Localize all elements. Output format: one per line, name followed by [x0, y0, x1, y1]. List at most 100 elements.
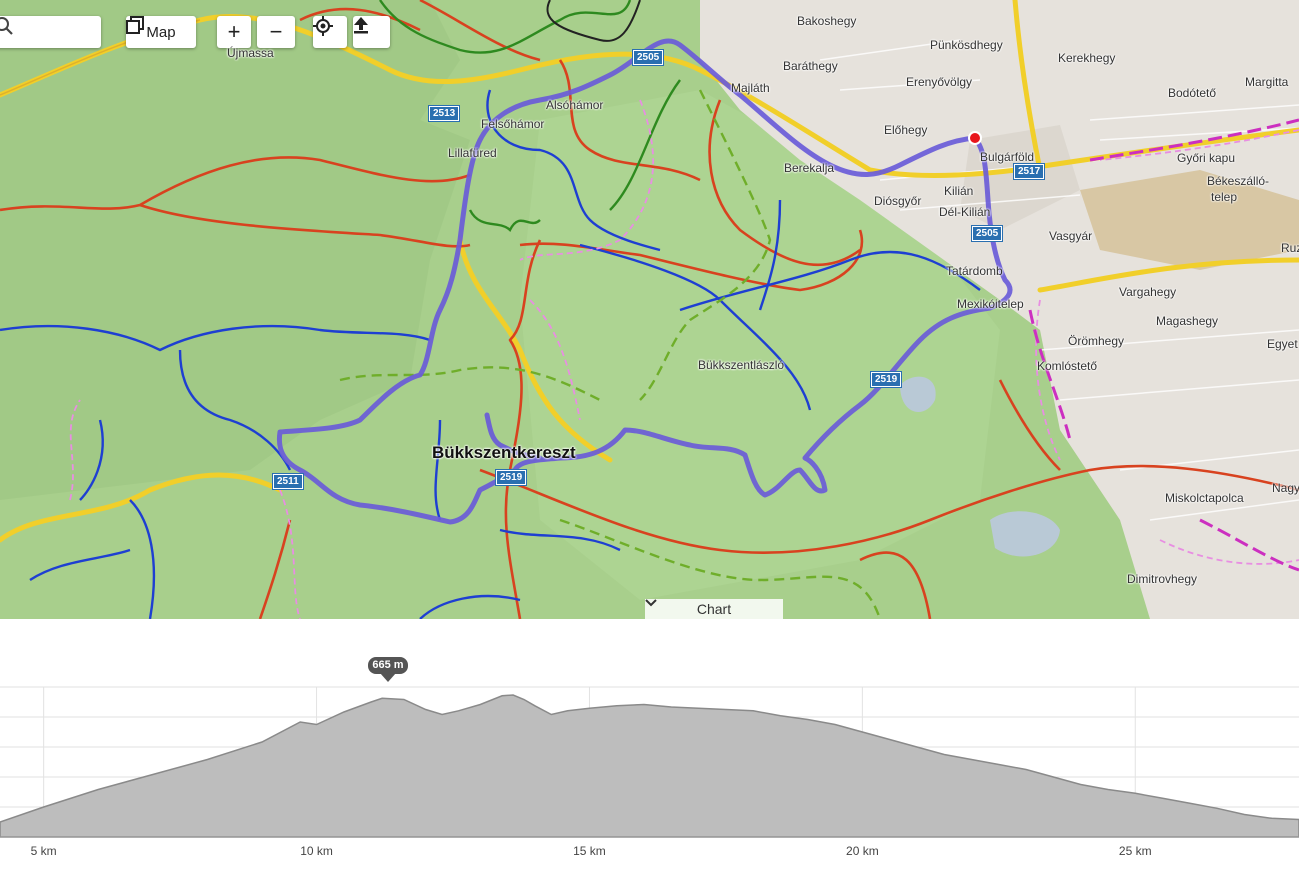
- place-label: Bodótető: [1168, 86, 1217, 100]
- place-label: Vasgyár: [1049, 229, 1093, 243]
- upload-button[interactable]: [353, 16, 390, 48]
- x-tick-label: 20 km: [846, 844, 879, 858]
- place-label: Alsóhámor: [546, 98, 604, 112]
- elevation-point: [1189, 802, 1191, 804]
- elevation-point: [534, 705, 536, 707]
- place-label: Újmassa: [227, 46, 274, 60]
- elevation-point: [299, 721, 301, 723]
- road-shield: 2519: [494, 469, 528, 486]
- place-label: Margitta: [1245, 75, 1289, 89]
- elevation-point: [370, 701, 372, 703]
- elevation-chart-svg[interactable]: [0, 619, 1299, 866]
- place-label: Miskolctapolca: [1165, 491, 1244, 505]
- place-label-town: Bükkszentkereszt: [432, 443, 576, 462]
- place-label: Tatárdomb: [946, 264, 1003, 278]
- place-label: Diósgyőr: [874, 194, 922, 208]
- place-label: telep: [1211, 190, 1238, 204]
- locate-me-button[interactable]: [313, 16, 347, 48]
- elevation-area[interactable]: [0, 694, 1299, 838]
- elevation-point: [1216, 807, 1218, 809]
- x-tick-label: 25 km: [1118, 844, 1152, 858]
- layers-icon: [126, 16, 144, 34]
- upload-icon: [354, 17, 368, 34]
- x-tick-label: 5 km: [30, 844, 57, 858]
- road-shield: 2505: [970, 225, 1004, 242]
- place-label: Ruz: [1281, 241, 1299, 255]
- place-label: Dimitrovhegy: [1127, 572, 1198, 586]
- place-label: Örömhegy: [1068, 334, 1125, 348]
- road-shield: 2517: [1012, 163, 1046, 180]
- peak-elevation-badge: 665 m: [368, 657, 408, 674]
- road-shield: 2511: [272, 473, 304, 490]
- place-label: Magashegy: [1156, 314, 1219, 328]
- elevation-point: [780, 715, 782, 717]
- chart-toggle-button[interactable]: Chart: [645, 599, 783, 619]
- place-label: Egyet: [1267, 337, 1298, 351]
- elevation-point: [1052, 776, 1054, 778]
- elevation-point: [1162, 797, 1164, 799]
- elevation-point: [97, 789, 99, 791]
- place-label: Kilián: [944, 184, 974, 198]
- place-label: Előhegy: [884, 123, 928, 137]
- place-label: Békeszálló-: [1207, 174, 1270, 188]
- elevation-point: [1243, 814, 1245, 816]
- place-label: Erenyővölgy: [906, 75, 973, 89]
- crosshair-icon: [313, 16, 333, 36]
- elevation-point: [1080, 784, 1082, 786]
- elevation-point: [381, 697, 383, 699]
- elevation-point: [550, 714, 552, 716]
- elevation-point: [1271, 817, 1273, 819]
- map-canvas[interactable]: [0, 0, 1299, 619]
- elevation-point: [206, 759, 208, 761]
- place-label: Kerekhegy: [1058, 51, 1116, 65]
- place-label: Győri kapu: [1177, 151, 1236, 165]
- place-label: Dél-Kilián: [939, 205, 991, 219]
- chevron-down-icon: [645, 599, 657, 607]
- elevation-point: [889, 739, 891, 741]
- place-label: Komlóstető: [1037, 359, 1098, 373]
- elevation-point: [943, 754, 945, 756]
- elevation-chart[interactable]: 5 km 10 km 15 km 20 km 25 km 665 m: [0, 619, 1299, 866]
- elevation-point: [567, 710, 569, 712]
- place-label: Felsőhámor: [481, 117, 545, 131]
- elevation-point: [43, 806, 45, 808]
- search-box[interactable]: [0, 16, 101, 48]
- place-label: Bükkszentlászló: [698, 358, 785, 372]
- zoom-out-button[interactable]: −: [257, 16, 295, 48]
- road-shield: 2519: [869, 371, 903, 388]
- elevation-point: [834, 724, 836, 726]
- elevation-point: [403, 699, 405, 701]
- chart-toggle-label: Chart: [696, 601, 732, 617]
- search-icon[interactable]: [0, 16, 14, 36]
- elevation-point: [1025, 769, 1027, 771]
- elevation-point: [479, 704, 481, 706]
- place-label: Berekalja: [784, 161, 835, 175]
- peak-marker-icon: [380, 673, 396, 682]
- place-label: Mexikóitelep: [957, 297, 1024, 311]
- elevation-point: [523, 699, 525, 701]
- road-shield: 2513: [427, 105, 461, 122]
- place-label: Lillafüred: [448, 146, 497, 160]
- map-layers-button[interactable]: Map: [126, 16, 196, 48]
- road-shield: 2505: [631, 49, 665, 66]
- elevation-point: [458, 710, 460, 712]
- elevation-point: [1134, 792, 1136, 794]
- place-label: Baráthegy: [783, 59, 838, 73]
- place-label: Bulgárföld: [980, 150, 1035, 164]
- elevation-point: [512, 694, 514, 696]
- elevation-point: [916, 746, 918, 748]
- elevation-point: [616, 705, 618, 707]
- map-view[interactable]: Map + − Bakoshegy Pünkösdhegy Kerekhegy …: [0, 0, 1299, 619]
- place-label: Bakoshegy: [797, 14, 857, 28]
- zoom-in-button[interactable]: +: [217, 16, 251, 48]
- elevation-point: [1107, 789, 1109, 791]
- elevation-point: [316, 724, 318, 726]
- elevation-point: [261, 741, 263, 743]
- elevation-point: [698, 707, 700, 709]
- map-layers-label: Map: [146, 23, 176, 41]
- elevation-point: [998, 764, 1000, 766]
- place-label: Vargahegy: [1119, 285, 1177, 299]
- elevation-point: [725, 709, 727, 711]
- x-tick-label: 10 km: [300, 844, 333, 858]
- elevation-point: [971, 759, 973, 761]
